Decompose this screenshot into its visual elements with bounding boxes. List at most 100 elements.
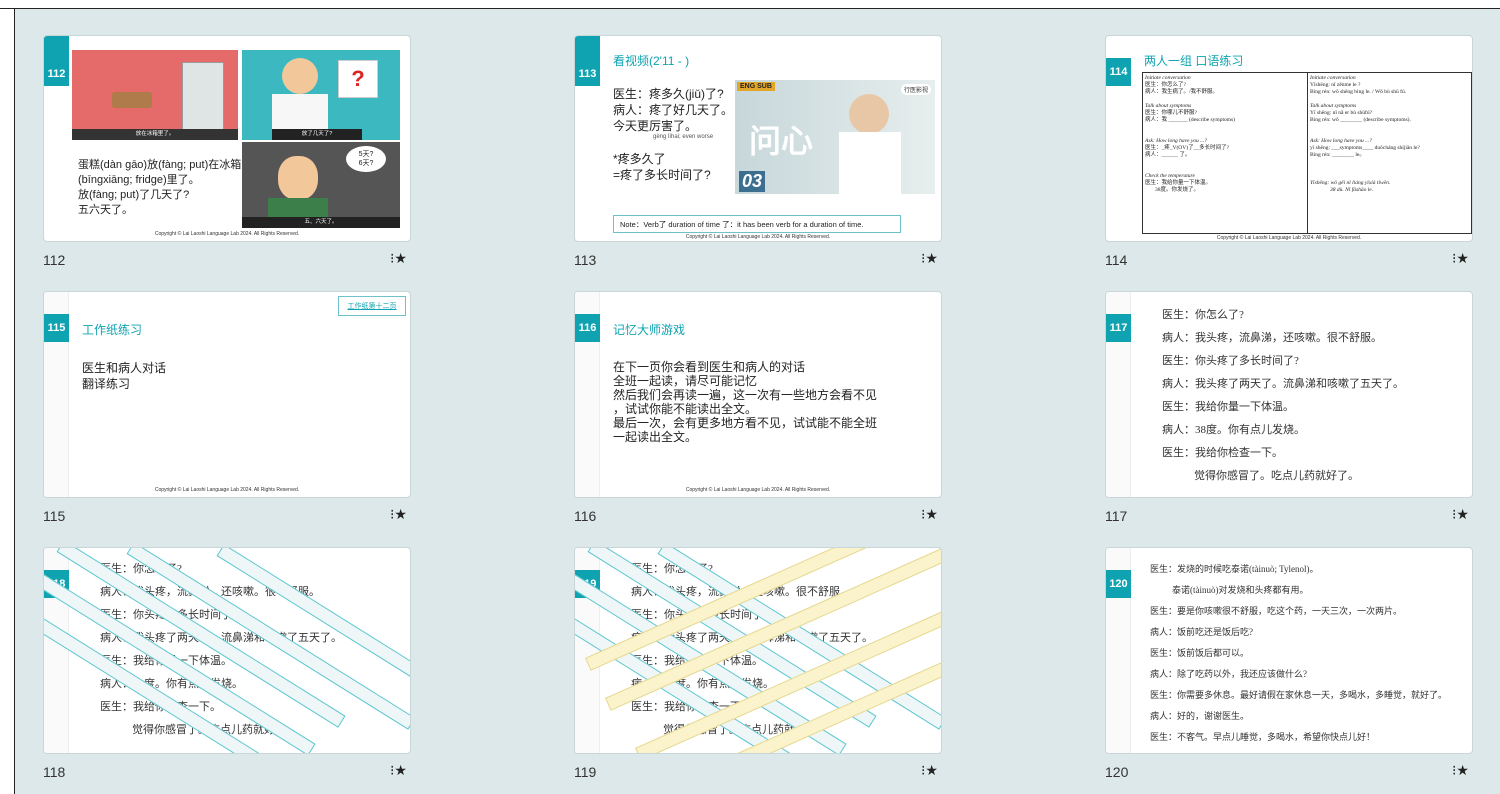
table-cell: 医生：你哪儿不舒服? — [1145, 110, 1197, 116]
bubble-line: 6天? — [358, 160, 374, 167]
slide-title: 两人一组 口语练习 — [1144, 54, 1244, 68]
table-cell: Bìng rén: wǒ shēng bìng le. / Wǒ bù shū … — [1310, 89, 1407, 95]
copyright: Copyright © Lai Laoshi Language Lab 2024… — [1216, 235, 1362, 241]
slide-label: 117 — [1105, 508, 1128, 524]
slide-117[interactable]: 117 医生：你怎么了? 病人：我头疼，流鼻涕，还咳嗽。很不舒服。 医生：你头疼… — [1105, 291, 1473, 498]
fridge-icon — [182, 62, 224, 130]
text-line: ，试试你能不能读出全文。 — [613, 402, 758, 416]
caption: 放在冰箱里了。 — [72, 129, 238, 140]
text-line: 病人：疼了好几天了。 — [613, 103, 734, 117]
table-cell: 医生：我给你量一下体温。 — [1145, 180, 1212, 186]
slide-meta: 117 ⁝★ — [1105, 504, 1471, 524]
table-cell: Yīshēng: nǐ zěnme le ? — [1310, 82, 1361, 88]
table-cell: 病人：我 _______ (describe symptoms) — [1145, 117, 1235, 123]
slide-120[interactable]: 120 医生：发烧的时候吃泰诺(tàinuò; Tylenol)。 泰诺(tài… — [1105, 547, 1473, 754]
star-icon[interactable]: ⁝★ — [921, 506, 938, 523]
table-cell: Ask: How long have you ...? — [1145, 138, 1208, 144]
dialogue-line: 病人：好的，谢谢医生。 — [1150, 711, 1250, 721]
dialogue-line: 医生：饭前饭后都可以。 — [1150, 648, 1250, 658]
worksheet-link[interactable]: 工作纸第十二页 — [338, 296, 406, 316]
dialogue-line: 觉得你感冒了。吃点儿药就好了。 — [1194, 470, 1359, 482]
dialogue-line: 病人：38度。你有点儿发烧。 — [1162, 424, 1305, 436]
dialogue-line: 医生：你怎么了? — [1162, 309, 1244, 321]
doctor-coat-icon — [839, 132, 901, 194]
video-corner-label: 行医影视 — [900, 84, 931, 95]
copyright: Copyright © Lai Laoshi Language Lab 2024… — [154, 231, 300, 237]
slide-meta: 116 ⁝★ — [574, 504, 940, 524]
text-line: *疼多久了 — [613, 152, 666, 166]
dialogue-line: 医生：我给你检查一下。 — [1162, 447, 1283, 459]
table-cell: Initiate conversation — [1310, 75, 1356, 81]
star-icon[interactable]: ⁝★ — [921, 762, 938, 779]
text-line: 今天更厉害了。 — [613, 119, 698, 133]
slide-text: 医生和病人对话 翻译练习 — [82, 360, 166, 392]
text-line: 全班一起读，请尽可能记忆 — [613, 374, 758, 388]
slide-title: 记忆大师游戏 — [613, 323, 686, 337]
star-icon[interactable]: ⁝★ — [1452, 762, 1469, 779]
video-tag: ENG SUB — [737, 82, 775, 91]
table-cell: 医生：你怎么了? — [1145, 82, 1186, 88]
slide-115[interactable]: 115 工作纸练习 工作纸第十二页 医生和病人对话 翻译练习 Copyright… — [43, 291, 411, 498]
thought-bubble: 5天? 6天? — [346, 146, 386, 172]
slide-116[interactable]: 116 记忆大师游戏 在下一页你会看到医生和病人的对话 全班一起读，请尽可能记忆… — [574, 291, 942, 498]
table-cell: Talk about symptoms — [1310, 103, 1357, 109]
slide-113[interactable]: 113 看视频(2'11 - ) 医生：疼多久(jiǔ)了? 病人：疼了好几天了… — [574, 35, 942, 242]
bubble-line: 5天? — [358, 151, 374, 158]
slide-112[interactable]: 112 放在冰箱里了。 ? 放了几天了? 5天? 6天? 五、六天了。 蛋糕(d… — [43, 35, 411, 242]
table-cell: Bìng rén: wǒ ________ (describe symptoms… — [1310, 117, 1411, 123]
slide-number-badge: 115 — [44, 314, 69, 342]
star-icon[interactable]: ⁝★ — [1452, 250, 1469, 267]
doctor-coat-icon — [272, 94, 328, 130]
text-line: 蛋糕(dàn gāo)放(fàng; put)在冰箱 — [78, 159, 242, 171]
cake-icon — [112, 92, 152, 108]
text-line: 一起读出全文。 — [613, 430, 698, 444]
table-cell: Initiate conversation — [1145, 75, 1191, 81]
text-line: 医生和病人对话 — [82, 361, 167, 375]
copyright: Copyright © Lai Laoshi Language Lab 2024… — [685, 487, 831, 493]
text-line: 放(fàng; put)了几天了? — [78, 189, 190, 201]
slide-118[interactable]: 118 医生：你怎么了? 病人：我头疼，流鼻涕，还咳嗽。很不舒服。 医生：你头疼… — [43, 547, 411, 754]
slide-119[interactable]: 119 医生：你怎么了? 病人：我头疼，流鼻涕，还咳嗽。很不舒服。 医生：你头疼… — [574, 547, 942, 754]
dialogue-line: 医生：你头疼了多长时间了? — [1162, 355, 1299, 367]
text-line: 翻译练习 — [82, 377, 131, 391]
star-icon[interactable]: ⁝★ — [390, 506, 407, 523]
slide-label: 119 — [574, 764, 597, 780]
copyright: Copyright © Lai Laoshi Language Lab 2024… — [154, 487, 300, 493]
slide-meta: 114 ⁝★ — [1105, 248, 1471, 268]
slide-meta: 112 ⁝★ — [43, 248, 409, 268]
dialogue-line: 医生：我给你量一下体温。 — [1162, 401, 1294, 413]
slide-number-badge: 116 — [575, 314, 600, 342]
slide-number-badge: 117 — [1106, 314, 1131, 342]
dialogue-line: 病人：我头疼，流鼻涕，还咳嗽。很不舒服。 — [1162, 332, 1382, 344]
table-cell: 38 dù. Nǐ fāshāo le. — [1330, 187, 1374, 193]
star-icon[interactable]: ⁝★ — [390, 250, 407, 267]
slide-label: 116 — [574, 508, 597, 524]
text-line: (bīngxiāng; fridge)里了。 — [78, 174, 200, 186]
video-title: 问心 — [749, 123, 814, 159]
slide-title: 工作纸练习 — [82, 323, 143, 337]
dialogue-line: 病人：除了吃药以外，我还应该做什么? — [1150, 669, 1307, 679]
slide-meta: 113 ⁝★ — [574, 248, 940, 268]
star-icon[interactable]: ⁝★ — [921, 250, 938, 267]
video-thumbnail[interactable]: ENG SUB 行医影视 问心 03 — [735, 80, 935, 194]
table-cell: 38度。你发烧了。 — [1155, 187, 1200, 193]
text-line: 最后一次，会有更多地方看不见，试试能不能全班 — [613, 416, 878, 430]
table-cell: Ask: How long have you ...? — [1310, 138, 1373, 144]
dialogue-line: 医生：发烧的时候吃泰诺(tàinuò; Tylenol)。 — [1150, 564, 1319, 574]
cake-fridge-illustration: 放在冰箱里了。 — [72, 50, 238, 140]
text-line: gèng lìhai; even worse — [653, 134, 714, 140]
star-icon[interactable]: ⁝★ — [390, 762, 407, 779]
table-cell: Yīshēng: wǒ gěi nǐ liáng yīxià tǐwēn. — [1310, 180, 1391, 186]
caption: 五、六天了。 — [242, 217, 400, 228]
star-icon[interactable]: ⁝★ — [1452, 506, 1469, 523]
slide-label: 113 — [574, 252, 597, 268]
copyright: Copyright © Lai Laoshi Language Lab 2024… — [685, 234, 831, 240]
episode-number: 03 — [739, 171, 766, 192]
slide-114[interactable]: 114 两人一组 口语练习 Initiate conversation 医生：你… — [1105, 35, 1473, 242]
table-cell: 医生：_疼_V(OV)了__多长时间了? — [1145, 145, 1230, 151]
slide-label: 112 — [43, 252, 66, 268]
slide-text: 在下一页你会看到医生和病人的对话 全班一起读，请尽可能记忆 然后我们会再读一遍，… — [613, 360, 877, 444]
table-cell: Check the temperature — [1145, 173, 1195, 179]
table-cell: Talk about symptoms — [1145, 103, 1192, 109]
slide-label: 114 — [1105, 252, 1128, 268]
